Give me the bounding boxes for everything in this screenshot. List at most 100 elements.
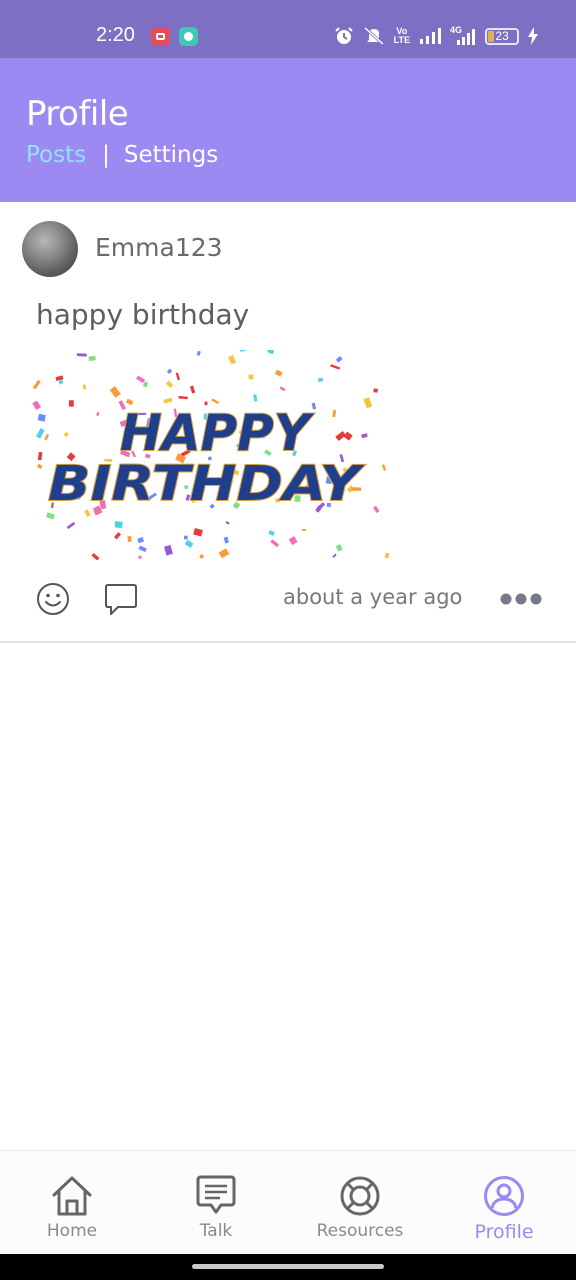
- confetti-piece: [183, 535, 188, 540]
- confetti-piece: [311, 402, 317, 410]
- status-time: 2:20: [96, 24, 135, 46]
- post-image[interactable]: HAPPY BIRTHDAY: [32, 350, 398, 560]
- birthday-text-line1: HAPPY: [120, 404, 315, 462]
- confetti-piece: [239, 350, 246, 352]
- confetti-piece: [82, 384, 86, 390]
- screen-recorder-icon: [151, 27, 170, 46]
- confetti-piece: [193, 528, 203, 537]
- confetti-piece: [361, 433, 368, 439]
- confetti-piece: [91, 553, 100, 560]
- confetti-piece: [44, 433, 50, 441]
- confetti-piece: [330, 364, 341, 370]
- confetti-piece: [96, 411, 100, 417]
- confetti-piece: [218, 548, 230, 559]
- avatar[interactable]: [22, 221, 78, 277]
- comment-icon[interactable]: [103, 583, 139, 617]
- confetti-piece: [36, 463, 43, 470]
- confetti-piece: [137, 537, 145, 544]
- post-username[interactable]: Emma123: [95, 233, 223, 262]
- confetti-piece: [384, 552, 390, 559]
- nav-item-talk[interactable]: Talk: [164, 1151, 268, 1255]
- lifebuoy-icon: [340, 1176, 380, 1216]
- confetti-piece: [253, 394, 258, 402]
- post-timestamp: about a year ago: [283, 585, 463, 609]
- bottom-navigation: Home Talk Resources Profile: [0, 1150, 576, 1254]
- confetti-piece: [127, 535, 132, 542]
- profile-icon: [484, 1176, 524, 1216]
- nav-item-home[interactable]: Home: [20, 1151, 124, 1255]
- more-options-icon[interactable]: [500, 592, 542, 606]
- confetti-piece: [288, 536, 298, 546]
- signal-4g-icon: 4G: [450, 26, 476, 46]
- nav-label-home: Home: [46, 1221, 98, 1241]
- confetti-piece: [268, 530, 275, 537]
- confetti-piece: [58, 379, 64, 385]
- post-text: happy birthday: [36, 298, 250, 331]
- confetti-piece: [178, 396, 188, 400]
- confetti-piece: [166, 368, 173, 375]
- confetti-piece: [113, 532, 122, 540]
- nav-label-profile: Profile: [474, 1221, 534, 1243]
- messenger-app-icon: [179, 27, 198, 46]
- confetti-piece: [142, 381, 149, 388]
- volte-indicator: Vo LTE: [393, 26, 410, 45]
- confetti-piece: [37, 451, 43, 461]
- battery-indicator: 23: [485, 27, 519, 45]
- confetti-piece: [332, 409, 336, 418]
- profile-header: Profile Posts | Settings: [0, 58, 576, 202]
- confetti-piece: [267, 350, 275, 355]
- nav-label-talk: Talk: [199, 1221, 233, 1241]
- confetti-piece: [63, 431, 69, 438]
- confetti-piece: [373, 505, 380, 513]
- confetti-piece: [279, 386, 286, 392]
- tab-posts[interactable]: Posts: [26, 142, 86, 168]
- confetti-piece: [318, 378, 323, 382]
- confetti-piece: [114, 521, 123, 529]
- page-title: Profile: [26, 94, 129, 134]
- confetti-piece: [363, 397, 373, 409]
- home-gesture-handle[interactable]: [192, 1264, 384, 1269]
- home-icon: [52, 1176, 92, 1216]
- confetti-piece: [163, 544, 173, 556]
- post-card: Emma123 happy birthday HAPPY BIRTHDAY ab…: [0, 202, 576, 643]
- confetti-piece: [109, 386, 121, 398]
- status-icons: Vo LTE 4G 23: [334, 25, 538, 47]
- confetti-piece: [45, 512, 55, 520]
- post-actions: about a year ago: [0, 580, 576, 624]
- charging-icon: [528, 27, 538, 45]
- confetti-piece: [335, 430, 346, 442]
- confetti-piece: [223, 536, 229, 544]
- smiley-icon[interactable]: [36, 582, 70, 616]
- confetti-piece: [32, 379, 41, 390]
- confetti-piece: [274, 369, 283, 377]
- confetti-piece: [88, 355, 96, 362]
- confetti-piece: [196, 350, 201, 356]
- confetti-piece: [163, 397, 173, 404]
- confetti-piece: [332, 553, 337, 558]
- tab-settings[interactable]: Settings: [124, 142, 218, 168]
- nav-item-profile[interactable]: Profile: [452, 1151, 556, 1255]
- confetti-piece: [55, 375, 64, 381]
- confetti-piece: [68, 400, 74, 407]
- confetti-piece: [37, 413, 46, 422]
- chat-icon: [196, 1175, 236, 1214]
- confetti-piece: [373, 388, 378, 393]
- confetti-piece: [165, 380, 174, 389]
- confetti-piece: [138, 545, 147, 553]
- gesture-bar: [0, 1254, 576, 1280]
- mute-icon: [363, 26, 384, 46]
- confetti-piece: [175, 372, 181, 381]
- confetti-piece: [335, 356, 343, 363]
- nav-label-resources: Resources: [316, 1221, 404, 1241]
- confetti-piece: [302, 529, 307, 532]
- confetti-piece: [32, 400, 42, 411]
- nav-item-resources[interactable]: Resources: [298, 1151, 422, 1255]
- confetti-piece: [138, 555, 142, 559]
- confetti-piece: [225, 521, 230, 525]
- confetti-piece: [184, 539, 194, 548]
- confetti-piece: [381, 464, 387, 471]
- confetti-piece: [66, 521, 76, 530]
- birthday-text-line2: BIRTHDAY: [48, 456, 365, 512]
- confetti-piece: [248, 374, 254, 380]
- confetti-piece: [270, 539, 280, 548]
